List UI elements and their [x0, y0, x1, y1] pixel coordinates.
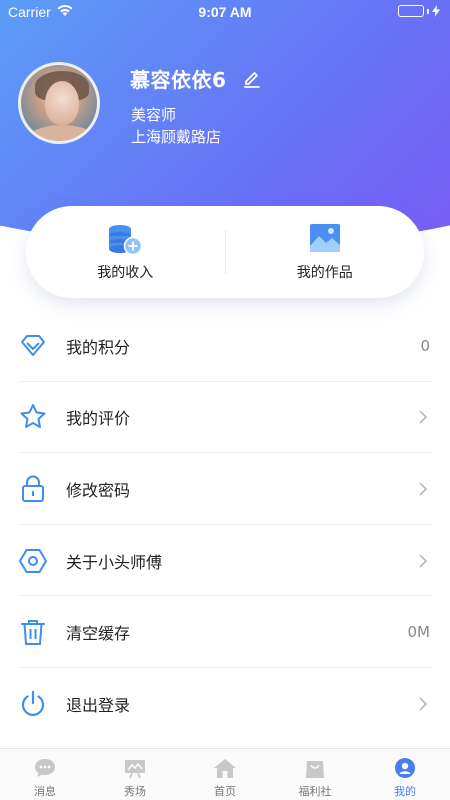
quick-actions-card: 我的收入 我的作品 [26, 206, 424, 298]
shopping-bag-icon [306, 761, 324, 778]
home-icon [214, 759, 236, 778]
chevron-right-icon [419, 697, 428, 711]
edit-icon[interactable] [242, 69, 262, 89]
menu-label-points: 我的积分 [66, 337, 131, 357]
menu-label-change-password: 修改密码 [66, 480, 131, 500]
tab-mine[interactable]: 我的 [360, 749, 450, 800]
menu-item-reviews[interactable]: 我的评价 [0, 382, 450, 454]
tab-label-showcase: 秀场 [124, 785, 146, 798]
settings-menu: 我的积分 0 我的评价 修改密码 关于小头师傅 清空缓存 0M 退出登录 [0, 310, 450, 740]
star-icon [20, 404, 46, 429]
chevron-right-icon [419, 553, 428, 568]
profile-role: 美容师 [131, 106, 177, 124]
hexagon-icon [19, 548, 47, 573]
menu-item-about[interactable]: 关于小头师傅 [0, 525, 450, 597]
tab-welfare[interactable]: 福利社 [270, 749, 360, 800]
my-income-button[interactable]: 我的收入 [26, 222, 225, 282]
bottom-tab-bar: 消息 秀场 首页 福利社 我的 [0, 748, 450, 800]
profile-store: 上海顾戴路店 [131, 128, 222, 146]
works-image-icon [309, 224, 340, 252]
my-works-label: 我的作品 [296, 265, 353, 281]
menu-item-points[interactable]: 我的积分 0 [0, 310, 450, 382]
lock-icon [22, 475, 44, 502]
profile-name: 慕容依依6 [130, 68, 227, 92]
user-profile-icon [395, 758, 415, 778]
menu-label-clear-cache: 清空缓存 [66, 624, 131, 644]
tab-home[interactable]: 首页 [180, 749, 270, 800]
status-bar: Carrier 9:07 AM [0, 0, 450, 24]
tab-label-messages: 消息 [34, 785, 56, 798]
points-value: 0 [420, 336, 430, 355]
showcase-board-icon [125, 760, 145, 779]
menu-label-about: 关于小头师傅 [66, 552, 163, 572]
power-icon [21, 690, 45, 716]
menu-item-change-password[interactable]: 修改密码 [0, 453, 450, 525]
message-bubble-icon [35, 759, 55, 777]
tab-messages[interactable]: 消息 [0, 749, 90, 800]
my-income-label: 我的收入 [97, 265, 154, 281]
diamond-icon [21, 334, 45, 356]
tab-label-home: 首页 [214, 785, 236, 798]
battery-icon [398, 5, 424, 17]
menu-label-reviews: 我的评价 [66, 409, 131, 429]
profile-name-row: 慕容依依6 [130, 64, 262, 93]
menu-label-logout: 退出登录 [66, 695, 131, 715]
tab-label-welfare: 福利社 [298, 785, 332, 798]
charging-bolt-icon [432, 5, 440, 17]
avatar[interactable] [18, 62, 100, 144]
my-works-button[interactable]: 我的作品 [226, 222, 425, 282]
trash-icon [21, 620, 45, 646]
chevron-right-icon [419, 410, 428, 425]
income-coins-icon [109, 225, 143, 256]
menu-item-logout[interactable]: 退出登录 [0, 668, 450, 740]
tab-showcase[interactable]: 秀场 [90, 749, 180, 800]
menu-item-clear-cache[interactable]: 清空缓存 0M [0, 596, 450, 668]
battery-indicator [398, 5, 440, 17]
tab-label-mine: 我的 [394, 785, 416, 798]
cache-size-value: 0M [407, 623, 431, 642]
chevron-right-icon [419, 482, 428, 496]
clock-time: 9:07 AM [198, 4, 252, 20]
